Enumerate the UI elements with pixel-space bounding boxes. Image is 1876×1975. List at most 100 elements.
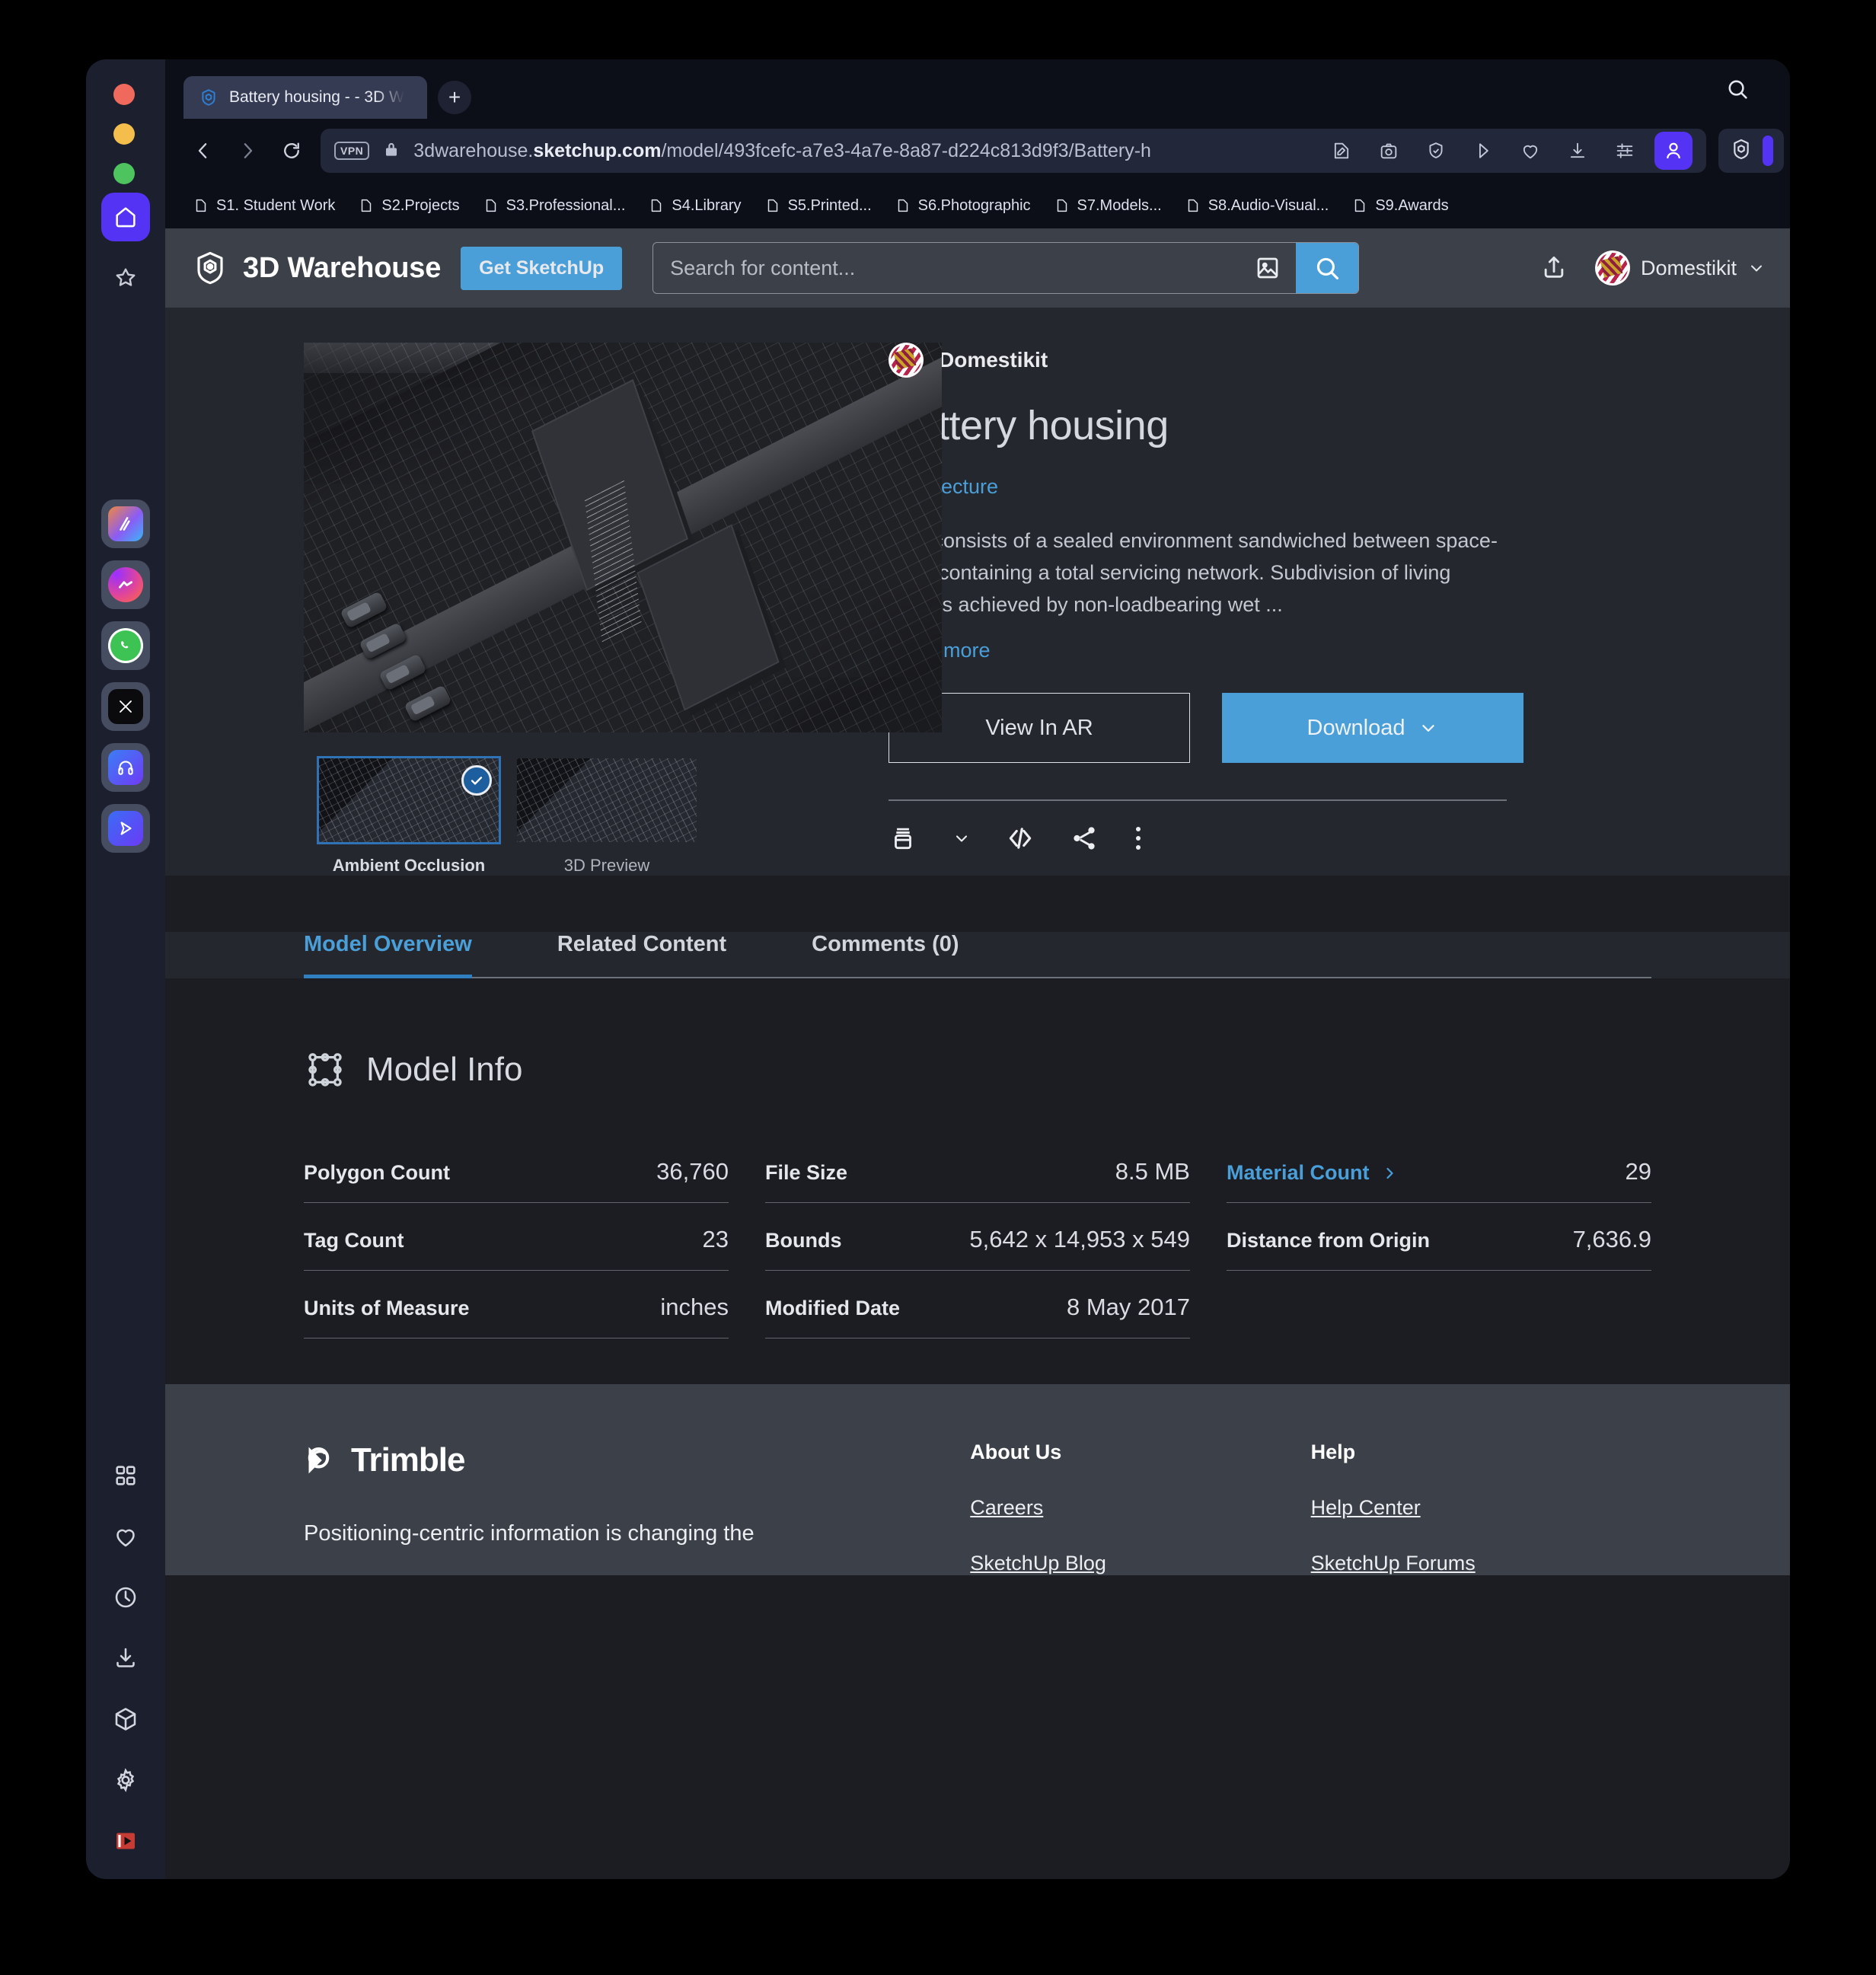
bookmark-item[interactable]: S9.Awards <box>1342 193 1457 219</box>
field-value: inches <box>660 1294 729 1320</box>
bookmark-item[interactable]: S5.Printed... <box>755 193 881 219</box>
dock-home-icon[interactable] <box>101 193 150 241</box>
folder-icon <box>898 199 908 212</box>
bookmark-item[interactable]: S4.Library <box>639 193 750 219</box>
dock-history-clock-icon[interactable] <box>101 1573 150 1622</box>
bookmark-label: S1. Student Work <box>216 196 336 214</box>
more-options-icon[interactable] <box>1134 824 1143 857</box>
folder-icon <box>1057 199 1067 212</box>
window-close-button[interactable] <box>113 84 135 105</box>
dock-3d-cube-icon[interactable] <box>101 1695 150 1744</box>
dock-favorites-star-icon[interactable] <box>101 254 150 302</box>
browser-search-icon[interactable] <box>1720 72 1755 107</box>
dock-messenger-icon[interactable] <box>101 560 150 609</box>
bookmark-item[interactable]: S1. Student Work <box>183 193 344 219</box>
dock-heart-icon[interactable] <box>101 1512 150 1561</box>
bookmark-item[interactable]: S6.Photographic <box>885 193 1040 219</box>
collection-dropdown-chevron-icon[interactable] <box>952 829 971 851</box>
dock-settings-gear-icon[interactable] <box>101 1756 150 1804</box>
footer-link-careers[interactable]: Careers <box>970 1496 1310 1520</box>
profile-avatar-button[interactable] <box>1654 132 1693 170</box>
bookmark-label: S6.Photographic <box>917 196 1031 214</box>
dock-whatsapp-icon[interactable] <box>101 621 150 670</box>
content-tabs: Model Overview Related Content Comments … <box>304 932 1651 978</box>
get-sketchup-button[interactable]: Get SketchUp <box>461 246 623 290</box>
footer-link-sketchup-blog[interactable]: SketchUp Blog <box>970 1552 1310 1575</box>
model-category-link[interactable]: Architecture <box>889 475 1676 499</box>
bookmark-item[interactable]: S3.Professional... <box>474 193 635 219</box>
address-bar-row: VPN 3dwarehouse.sketchup.com/model/493fc… <box>165 119 1790 183</box>
tab-model-overview[interactable]: Model Overview <box>304 932 515 978</box>
bookmark-label: S8.Audio-Visual... <box>1208 196 1329 214</box>
save-to-collection-icon[interactable] <box>889 824 917 857</box>
reload-button[interactable] <box>272 131 311 171</box>
field-label: Tag Count <box>304 1229 404 1252</box>
screenshot-camera-icon[interactable] <box>1371 133 1406 168</box>
tab-comments[interactable]: Comments (0) <box>812 932 1001 977</box>
site-logo[interactable]: 3D Warehouse <box>191 249 441 287</box>
chevron-down-icon <box>1751 265 1762 272</box>
model-author[interactable]: Domestikit <box>889 343 1676 378</box>
site-search-box[interactable] <box>652 242 1360 294</box>
field-label-material-count[interactable]: Material Count <box>1227 1161 1399 1185</box>
browser-tab[interactable]: Battery housing - - 3D W <box>183 76 427 119</box>
model-info-cell: Units of Measure inches <box>304 1271 729 1338</box>
tab-title: Battery housing - - 3D W <box>229 88 404 106</box>
tab-related-content[interactable]: Related Content <box>557 932 769 977</box>
content-tabs-wrap: Model Overview Related Content Comments … <box>165 932 1790 978</box>
dock-downloads-icon[interactable] <box>101 1634 150 1683</box>
bookmark-item[interactable]: S2.Projects <box>349 193 468 219</box>
search-submit-button[interactable] <box>1296 243 1359 293</box>
bookmarks-bar: S1. Student Work S2.Projects S3.Professi… <box>165 183 1790 228</box>
footer-link-sketchup-forums[interactable]: SketchUp Forums <box>1311 1552 1651 1575</box>
bookmark-label: S3.Professional... <box>506 196 626 214</box>
bookmark-label: S5.Printed... <box>787 196 872 214</box>
model-info-cell: Tag Count 23 <box>304 1203 729 1271</box>
thumbnail-strip: Ambient Occlusion 3D Preview <box>304 756 873 876</box>
bookmark-item[interactable]: S8.Audio-Visual... <box>1176 193 1338 219</box>
thumbnail-item[interactable]: 3D Preview <box>517 758 697 876</box>
sketchup-extension-icon[interactable] <box>1729 137 1753 165</box>
play-arrow-icon[interactable] <box>1466 133 1501 168</box>
dock-more-options-icon[interactable] <box>101 1878 150 1879</box>
thumbnail-item[interactable]: Ambient Occlusion <box>317 756 501 876</box>
model-hero-preview[interactable] <box>304 343 942 732</box>
bookmark-item[interactable]: S7.Models... <box>1045 193 1171 219</box>
window-minimize-button[interactable] <box>113 123 135 145</box>
window-maximize-button[interactable] <box>113 163 135 184</box>
upload-icon[interactable] <box>1539 251 1569 286</box>
footer-link-help-center[interactable]: Help Center <box>1311 1496 1651 1520</box>
download-icon[interactable] <box>1560 133 1595 168</box>
dock-headphones-icon[interactable] <box>101 743 150 792</box>
dock-grid-apps-icon[interactable] <box>101 1451 150 1500</box>
settings-sliders-icon[interactable] <box>1607 133 1642 168</box>
favorite-heart-icon[interactable] <box>1513 133 1548 168</box>
dock-linear-app-icon[interactable] <box>101 499 150 548</box>
search-input[interactable] <box>653 243 1240 293</box>
address-bar[interactable]: VPN 3dwarehouse.sketchup.com/model/493fc… <box>321 129 1706 173</box>
image-search-icon[interactable] <box>1240 243 1296 293</box>
extensions-group <box>1718 129 1784 173</box>
edit-page-icon[interactable] <box>1324 133 1359 168</box>
thumbnail-image-ambient-occlusion[interactable] <box>317 756 501 844</box>
dock-video-player-icon[interactable] <box>101 1817 150 1865</box>
thumbnail-label: 3D Preview <box>563 856 650 875</box>
back-button[interactable] <box>183 131 223 171</box>
embed-code-icon[interactable] <box>1006 824 1035 857</box>
folder-icon <box>652 199 662 212</box>
field-label: Bounds <box>765 1229 842 1252</box>
dock-send-app-icon[interactable] <box>101 804 150 853</box>
download-button[interactable]: Download <box>1222 693 1523 763</box>
user-menu[interactable]: Domestikit <box>1594 250 1766 286</box>
field-value: 23 <box>702 1226 729 1252</box>
thumbnail-image-3d-preview[interactable] <box>517 758 697 842</box>
share-icon[interactable] <box>1070 824 1099 857</box>
shield-check-icon[interactable] <box>1418 133 1453 168</box>
folder-icon <box>1188 199 1198 212</box>
forward-button[interactable] <box>228 131 267 171</box>
vpn-badge: VPN <box>334 142 370 160</box>
new-tab-button[interactable]: + <box>438 81 471 114</box>
bookmark-label: S9.Awards <box>1375 196 1449 214</box>
bounding-box-icon <box>308 1053 342 1086</box>
dock-x-twitter-icon[interactable] <box>101 682 150 731</box>
